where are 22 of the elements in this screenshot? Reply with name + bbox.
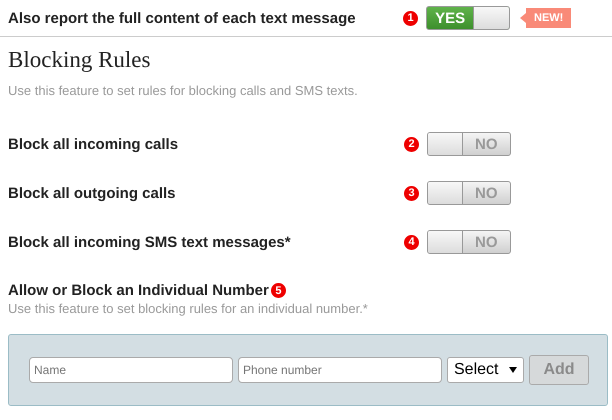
section-description: Use this feature to set rules for blocking calls and SMS texts. [8, 83, 359, 98]
phone-field[interactable]: Phone number [238, 357, 442, 383]
rule-label: Block all outgoing calls [8, 184, 177, 202]
toggle-switch[interactable]: NO [427, 181, 511, 205]
setting-label: Also report the full content of each text message [8, 10, 357, 26]
caret-icon [509, 367, 517, 373]
new-tag: NEW! [520, 8, 572, 28]
number-badge: 5 [270, 283, 286, 298]
section-description: Use this feature to set blocking rules for an individual number.* [8, 301, 369, 316]
toggle-switch[interactable]: NO [427, 132, 511, 156]
toggle-switch[interactable]: YES [426, 6, 510, 30]
number-badge: 3 [404, 186, 419, 200]
number-badge: 2 [404, 136, 419, 152]
number-badge: 4 [404, 234, 419, 250]
select-dropdown[interactable]: Select [447, 357, 524, 383]
rule-label: Block all incoming calls [8, 136, 180, 152]
section-heading: Allow or Block an Individual Number [8, 282, 269, 299]
toggle-switch[interactable]: NO [427, 230, 511, 254]
section-title: Blocking Rules [8, 47, 152, 73]
name-field[interactable]: Name [29, 357, 233, 383]
rule-label: Block all incoming SMS text messages* [8, 234, 292, 250]
number-badge: 1 [403, 10, 418, 26]
